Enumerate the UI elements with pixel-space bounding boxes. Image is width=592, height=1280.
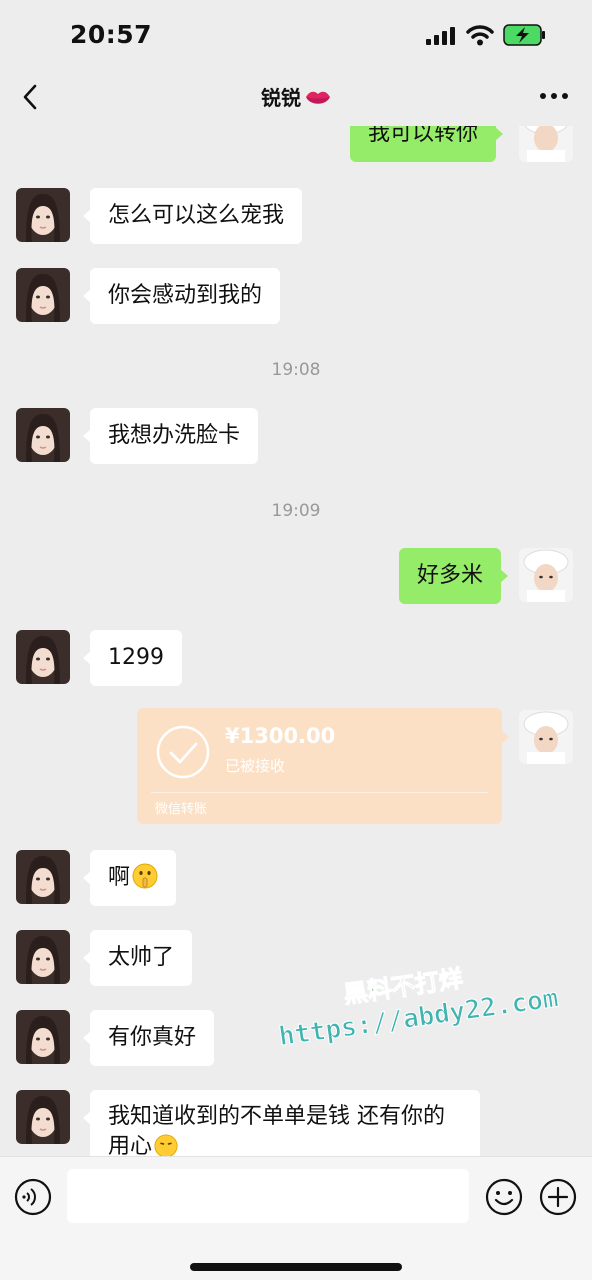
chat-title: 锐锐	[0, 82, 592, 111]
contact-avatar-image	[16, 188, 70, 242]
contact-avatar[interactable]	[16, 268, 70, 322]
add-attachment-icon[interactable]	[538, 1177, 578, 1217]
contact-avatar-image	[16, 268, 70, 322]
timestamp-divider: 19:08	[271, 360, 321, 380]
emoji-picker-icon[interactable]	[484, 1177, 524, 1217]
contact-avatar[interactable]	[16, 1090, 70, 1144]
incoming-message[interactable]: 你会感动到我的	[82, 268, 281, 324]
message-text: 怎么可以这么宠我	[108, 203, 285, 228]
contact-avatar-image	[16, 1090, 70, 1144]
transfer-footer-label: 微信转账	[155, 802, 208, 817]
shushing-face-emoji-icon	[132, 863, 158, 889]
contact-avatar[interactable]	[16, 188, 70, 242]
incoming-message[interactable]: 太帅了	[82, 930, 193, 986]
transfer-status: 已被接收	[225, 757, 286, 775]
incoming-message[interactable]: 有你真好	[82, 1010, 215, 1066]
message-text: 我想办洗脸卡	[108, 423, 241, 448]
contact-avatar-image	[16, 930, 70, 984]
my-avatar-image	[519, 126, 573, 162]
incoming-message[interactable]: 怎么可以这么宠我	[82, 188, 303, 244]
message-text: 啊	[108, 865, 131, 890]
incoming-message[interactable]: 我知道收到的不单单是钱 还有你的用心	[83, 1090, 480, 1156]
my-avatar[interactable]	[519, 548, 573, 602]
message-text: 太帅了	[108, 945, 175, 970]
contact-avatar-image	[16, 408, 70, 462]
more-options-icon[interactable]	[538, 84, 570, 108]
message-text: 1299	[108, 645, 164, 670]
contact-avatar[interactable]	[16, 930, 70, 984]
transfer-divider	[151, 792, 488, 793]
contact-avatar-image	[16, 1010, 70, 1064]
incoming-message[interactable]: 我想办洗脸卡	[82, 408, 259, 464]
voice-input-icon[interactable]	[13, 1177, 53, 1217]
message-text: 我可以转你	[368, 126, 479, 146]
chat-header: 锐锐	[0, 70, 592, 126]
outgoing-message[interactable]: 好多米	[399, 548, 509, 604]
kiss-lips-icon	[306, 91, 330, 104]
chat-message-list[interactable]: 我可以转你 怎么可以这么宠我 你会感动到我的 19:08 我想办洗脸卡 19:0…	[0, 126, 592, 1156]
contact-avatar[interactable]	[16, 1010, 70, 1064]
grimacing-face-emoji-icon	[154, 1134, 178, 1156]
contact-avatar[interactable]	[16, 850, 70, 904]
contact-avatar[interactable]	[16, 408, 70, 462]
my-avatar[interactable]	[519, 126, 573, 162]
home-indicator[interactable]	[190, 1263, 402, 1271]
incoming-message[interactable]: 啊	[82, 850, 177, 906]
battery-charging-icon	[503, 24, 545, 46]
timestamp-divider: 19:09	[271, 501, 321, 521]
message-text-input[interactable]	[67, 1169, 469, 1223]
my-avatar-image	[519, 710, 573, 764]
my-avatar[interactable]	[519, 710, 573, 764]
transfer-amount: ¥1300.00	[225, 724, 336, 748]
status-time: 20:57	[70, 20, 153, 49]
message-text: 你会感动到我的	[108, 283, 263, 308]
contact-avatar[interactable]	[16, 630, 70, 684]
transfer-received-check-icon	[156, 725, 210, 779]
my-avatar-image	[519, 548, 573, 602]
message-text: 好多米	[417, 563, 484, 588]
wifi-icon	[466, 25, 494, 46]
contact-avatar-image	[16, 850, 70, 904]
status-bar: 20:57	[0, 0, 592, 70]
outgoing-message[interactable]: 我可以转你	[350, 126, 504, 162]
money-transfer-card[interactable]: ¥1300.00 已被接收 微信转账	[137, 708, 509, 824]
message-input-bar	[0, 1156, 592, 1280]
message-text: 有你真好	[108, 1025, 197, 1050]
cellular-signal-icon	[426, 27, 455, 45]
contact-avatar-image	[16, 630, 70, 684]
incoming-message[interactable]: 1299	[83, 630, 182, 686]
contact-name: 锐锐	[261, 86, 301, 110]
